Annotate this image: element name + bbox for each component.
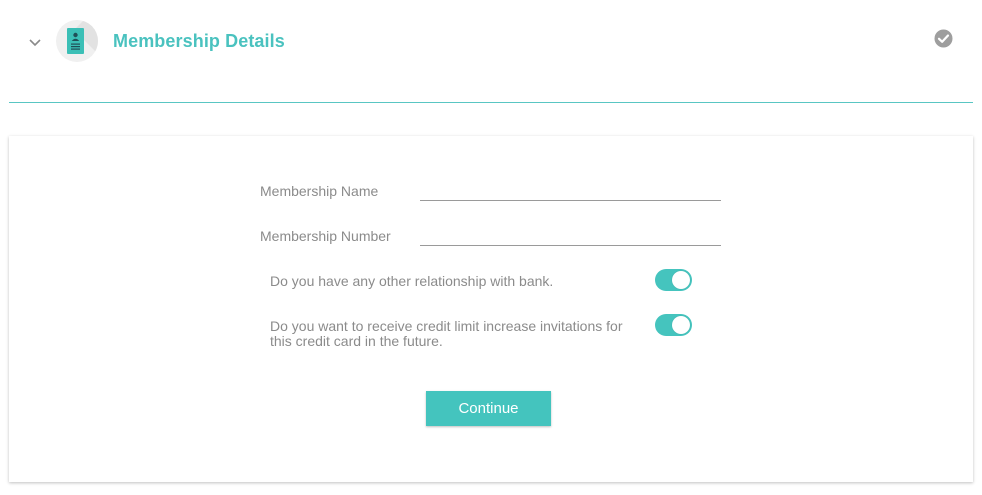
credit-limit-question-line2: this credit card in the future.	[270, 333, 443, 349]
membership-avatar	[56, 20, 98, 62]
section-header: Membership Details	[0, 0, 982, 104]
membership-name-input[interactable]	[420, 179, 721, 201]
toggle-knob	[672, 271, 690, 289]
section-title: Membership Details	[113, 31, 285, 51]
credit-limit-question-line1: Do you want to receive credit limit incr…	[270, 318, 623, 334]
other-relationship-question: Do you have any other relationship with …	[270, 273, 554, 289]
continue-button[interactable]: Continue	[426, 391, 551, 426]
check-circle-icon[interactable]	[934, 29, 953, 48]
membership-number-input[interactable]	[420, 224, 721, 246]
chevron-down-icon[interactable]	[27, 35, 43, 51]
membership-form-card: Membership Name Membership Number Do you…	[9, 136, 973, 482]
membership-name-label: Membership Name	[260, 183, 379, 199]
credit-limit-toggle[interactable]	[655, 314, 692, 336]
credit-limit-question: Do you want to receive credit limit incr…	[270, 319, 622, 349]
id-card-icon	[67, 28, 84, 54]
header-divider	[9, 102, 973, 103]
toggle-knob	[672, 316, 690, 334]
other-relationship-toggle[interactable]	[655, 269, 692, 291]
membership-number-label: Membership Number	[260, 228, 391, 244]
